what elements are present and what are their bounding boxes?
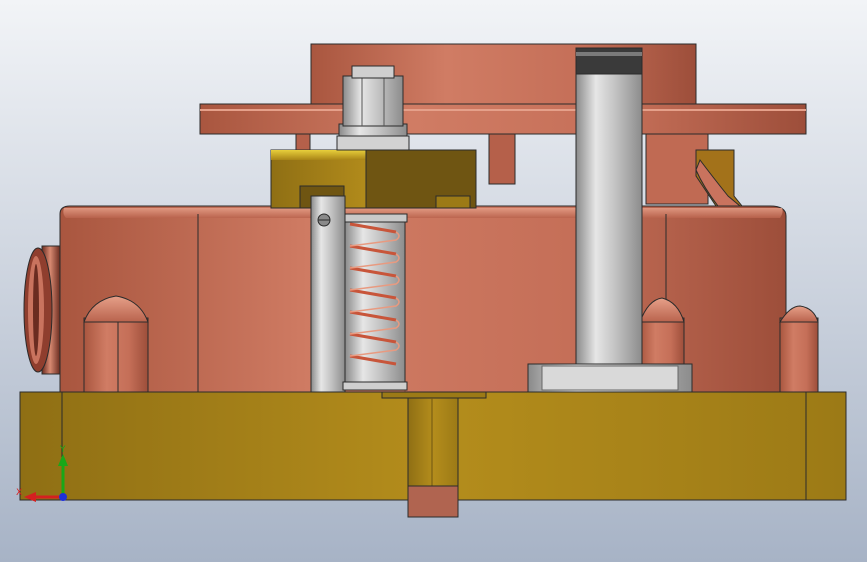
- plate-lug-mid: [488, 133, 516, 185]
- far-right-post[interactable]: [779, 305, 819, 393]
- compression-spring[interactable]: [342, 213, 408, 391]
- left-guide-post[interactable]: [83, 295, 149, 393]
- cad-viewport[interactable]: Y X: [0, 0, 867, 562]
- triad-y-label: Y: [59, 445, 66, 455]
- triad-x-label: X: [16, 488, 22, 498]
- punch-retainer[interactable]: [527, 363, 693, 393]
- punch-rod[interactable]: [575, 47, 643, 365]
- brass-clamp-block[interactable]: [270, 149, 477, 209]
- upper-top-plate[interactable]: [199, 103, 807, 135]
- model-canvas[interactable]: Y X: [0, 0, 867, 562]
- left-round-boss[interactable]: [23, 245, 61, 375]
- ejector-pin[interactable]: [407, 397, 459, 518]
- guide-pin[interactable]: [310, 195, 346, 393]
- hex-nut[interactable]: [336, 65, 410, 151]
